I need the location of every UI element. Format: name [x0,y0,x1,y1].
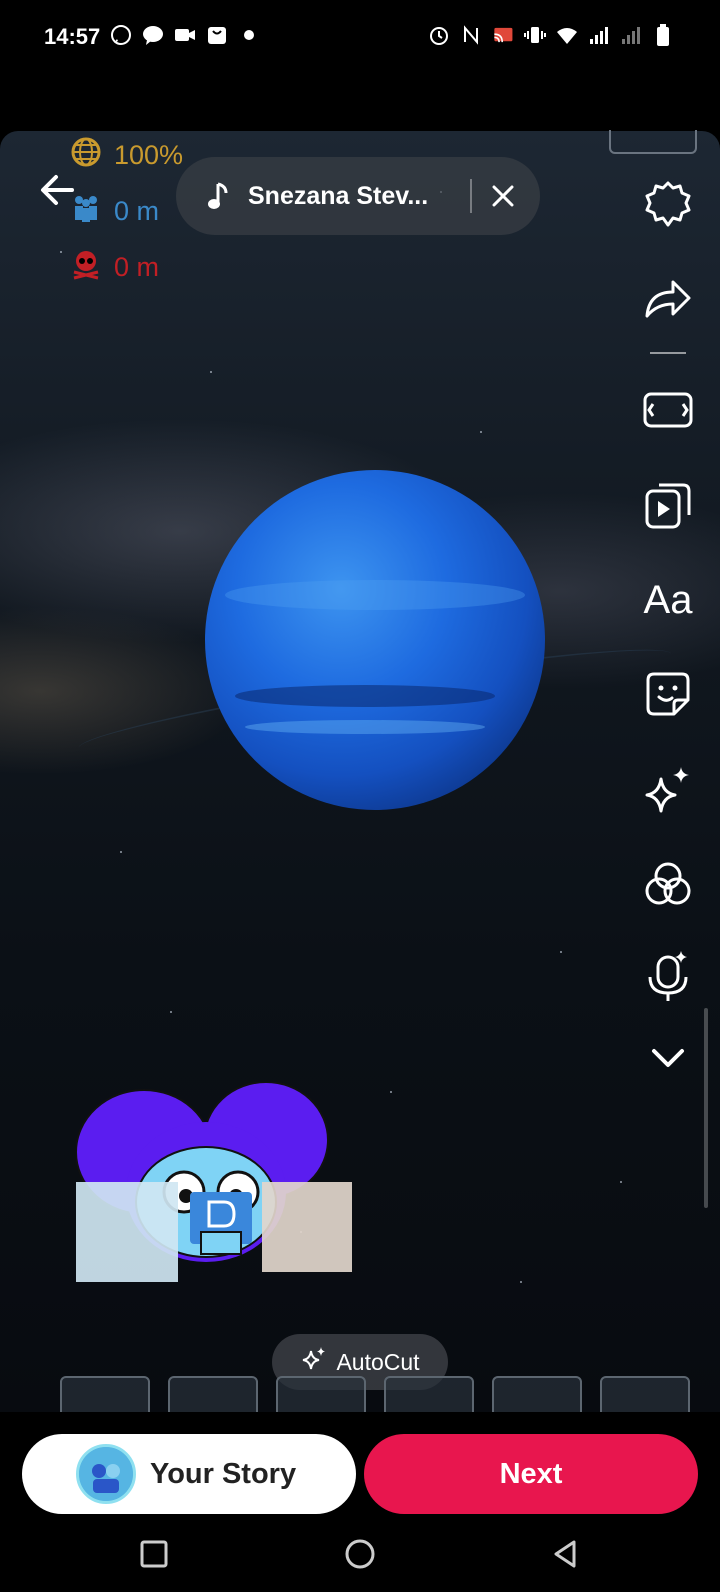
hud-people-value: 0 m [114,196,160,226]
toolbar-divider [650,352,686,354]
hud-globe-row: 100% [70,136,183,175]
signal-icon [588,24,610,46]
avatar [76,1444,136,1504]
hud-skull-row: 0 m [70,248,159,287]
voice-effect-button[interactable] [640,948,696,1004]
text-tool-label: Aa [643,577,693,622]
home-button[interactable] [340,1534,380,1574]
skill-button [492,1376,582,1412]
wifi-icon [556,24,578,46]
clips-icon [645,483,691,529]
close-icon [492,185,514,207]
cast-icon [492,24,514,46]
effects-button[interactable] [640,762,696,818]
game-skill-bar [60,1376,700,1412]
signal-icon [620,24,642,46]
chevron-down-icon [652,1049,684,1067]
more-tools-button[interactable] [640,1030,696,1086]
skill-button [60,1376,150,1412]
music-note-icon [206,181,232,211]
back-arrow-icon [41,175,74,205]
autocut-label: AutoCut [336,1348,420,1375]
filters-icon [645,862,691,905]
status-time: 14:57 [44,24,101,49]
battery-icon [652,24,674,46]
music-divider [470,179,472,213]
hud-skull-value: 0 m [114,252,160,282]
game-corner-frame [609,130,697,154]
share-button[interactable] [640,270,696,326]
status-bar: 14:57 [0,0,720,80]
back-button[interactable] [36,168,80,212]
music-title: Snezana Stev... [248,181,429,210]
triangle-back-icon [554,1540,576,1568]
effects-sparkle-icon [645,767,689,813]
sticker-button[interactable] [640,666,696,722]
skill-button [384,1376,474,1412]
status-left-icons [110,24,260,46]
text-tool-button[interactable]: Aa [640,572,696,628]
recents-button[interactable] [134,1534,174,1574]
music-selector[interactable]: Snezana Stev... [176,157,540,235]
skill-button [600,1376,690,1412]
scrollbar [704,1008,708,1208]
planet [205,470,545,810]
skill-button [168,1376,258,1412]
hud-people-row: 0 m [70,192,159,231]
settings-button[interactable] [640,176,696,232]
sparkle-icon [300,1345,328,1379]
your-story-label: Your Story [150,1457,297,1490]
system-nav-bar [0,1520,720,1592]
your-story-button[interactable]: Your Story [22,1434,356,1514]
filters-button[interactable] [640,856,696,912]
square-icon [140,1540,168,1568]
skull-icon [70,248,102,287]
circle-icon [345,1539,375,1569]
remove-music-button[interactable] [490,183,516,209]
character-icon [75,1081,352,1284]
dot-icon [238,24,260,46]
clips-button[interactable] [640,478,696,534]
skill-button [276,1376,366,1412]
message-icon [142,24,164,46]
voice-effect-icon [648,951,688,1001]
status-right-icons [428,24,674,46]
sticker-icon [646,672,690,716]
whatsapp-icon [110,24,132,46]
character-sticker[interactable] [75,1081,356,1284]
share-arrow-icon [645,280,691,318]
alarm-icon [428,24,450,46]
aspect-ratio-icon [643,392,693,428]
aspect-ratio-button[interactable] [640,382,696,438]
nfc-icon [460,24,482,46]
vibrate-icon [524,24,546,46]
next-button[interactable]: Next [364,1434,698,1514]
back-nav-button[interactable] [546,1534,586,1574]
shopping-bag-icon [206,24,228,46]
hud-globe-value: 100% [114,140,184,170]
video-icon [174,24,196,46]
settings-icon [645,181,691,227]
